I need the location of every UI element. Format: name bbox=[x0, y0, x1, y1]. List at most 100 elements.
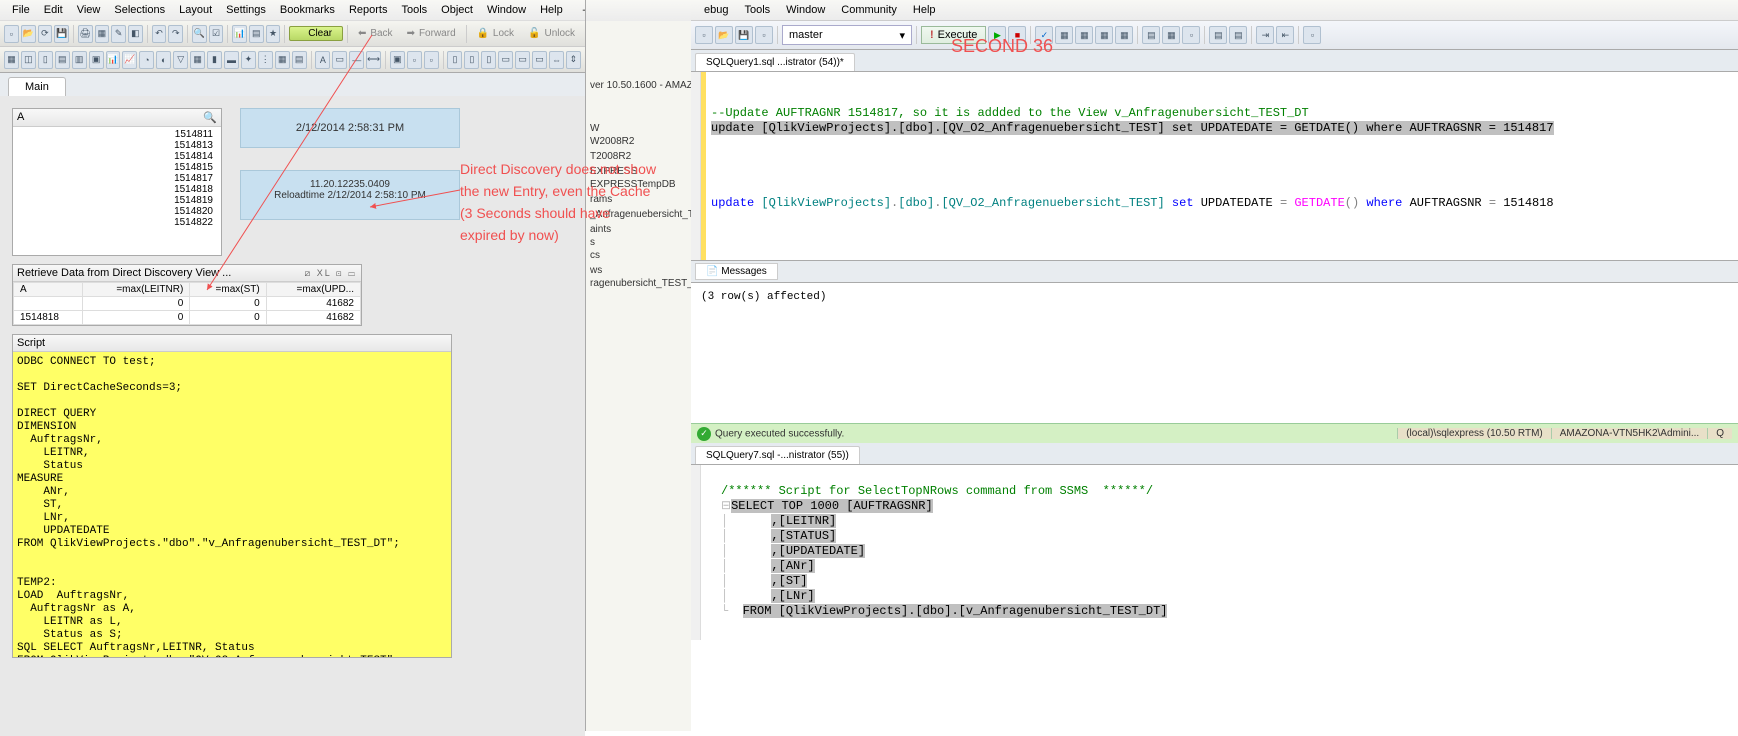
menu-window[interactable]: Window bbox=[779, 3, 832, 17]
chart-funnel-icon[interactable]: ▽ bbox=[173, 51, 188, 69]
sql-editor-1[interactable]: --Update AUFTRAGNR 1514817, so it is add… bbox=[691, 72, 1738, 260]
table-icon[interactable]: ▤ bbox=[249, 25, 264, 43]
open-icon[interactable]: 📂 bbox=[21, 25, 36, 43]
open-file-icon[interactable]: 📂 bbox=[715, 26, 733, 44]
search-icon[interactable]: 🔍 bbox=[203, 111, 217, 124]
template-icon[interactable]: ▫ bbox=[1303, 26, 1321, 44]
custom-1-icon[interactable]: ▫ bbox=[407, 51, 422, 69]
chart-2-icon[interactable]: ▯ bbox=[38, 51, 53, 69]
list-item[interactable]: 1514818 bbox=[19, 184, 215, 195]
col-header[interactable]: A bbox=[14, 283, 83, 297]
results-file-icon[interactable]: ▫ bbox=[1182, 26, 1200, 44]
client-stats-icon[interactable]: ▦ bbox=[1115, 26, 1133, 44]
menu-tools[interactable]: Tools bbox=[737, 3, 777, 17]
uncomment-icon[interactable]: ▤ bbox=[1229, 26, 1247, 44]
tree-item[interactable]: W bbox=[590, 122, 687, 135]
chart-grid-icon[interactable]: ▦ bbox=[190, 51, 205, 69]
reload-icon[interactable]: ⟳ bbox=[38, 25, 53, 43]
custom-2-icon[interactable]: ▫ bbox=[424, 51, 439, 69]
menu-help[interactable]: Help bbox=[534, 3, 569, 17]
tree-item[interactable]: ragenubersicht_TEST_D bbox=[590, 277, 687, 290]
results-grid-icon[interactable]: ▦ bbox=[1162, 26, 1180, 44]
line-object-icon[interactable]: — bbox=[349, 51, 364, 69]
sql-editor-2[interactable]: /****** Script for SelectTopNRows comman… bbox=[691, 465, 1738, 640]
undo-icon[interactable]: ↶ bbox=[152, 25, 167, 43]
pivot-table-icon[interactable]: ▦ bbox=[275, 51, 290, 69]
chart-5-icon[interactable]: ▣ bbox=[89, 51, 104, 69]
tree-item[interactable]: cs bbox=[590, 249, 687, 262]
back-button[interactable]: ⬅ Back bbox=[352, 26, 399, 41]
straight-table[interactable]: Retrieve Data from Direct Discovery View… bbox=[12, 264, 362, 326]
chart-3-icon[interactable]: ▤ bbox=[55, 51, 70, 69]
slider-object-icon[interactable]: ⟷ bbox=[366, 51, 381, 69]
menu-file[interactable]: File bbox=[6, 3, 36, 17]
toggle-icon[interactable]: ◧ bbox=[128, 25, 143, 43]
new-query-icon[interactable]: ▫ bbox=[695, 26, 713, 44]
list-item[interactable]: 1514819 bbox=[19, 195, 215, 206]
menu-debug[interactable]: ebug bbox=[697, 3, 735, 17]
list-item[interactable]: 1514814 bbox=[19, 151, 215, 162]
align-top-icon[interactable]: ▭ bbox=[498, 51, 513, 69]
outdent-icon[interactable]: ⇤ bbox=[1276, 26, 1294, 44]
menu-object[interactable]: Object bbox=[435, 3, 479, 17]
tree-item[interactable]: ws bbox=[590, 264, 687, 277]
chart-4-icon[interactable]: ▥ bbox=[72, 51, 87, 69]
chart-gauge-icon[interactable]: ◐ bbox=[156, 51, 171, 69]
indent-icon[interactable]: ⇥ bbox=[1256, 26, 1274, 44]
list-item[interactable]: 1514813 bbox=[19, 140, 215, 151]
align-right-icon[interactable]: ▯ bbox=[481, 51, 496, 69]
search-icon[interactable]: 🔍 bbox=[192, 25, 207, 43]
menu-layout[interactable]: Layout bbox=[173, 3, 218, 17]
chart-bar-icon[interactable]: 📊 bbox=[106, 51, 121, 69]
list-item[interactable]: 1514815 bbox=[19, 162, 215, 173]
menu-bookmarks[interactable]: Bookmarks bbox=[274, 3, 341, 17]
edit-icon[interactable]: ✎ bbox=[111, 25, 126, 43]
database-combo[interactable]: master▾ bbox=[782, 25, 912, 45]
menu-edit[interactable]: Edit bbox=[38, 3, 69, 17]
chart-wizard-icon[interactable]: 📊 bbox=[232, 25, 247, 43]
estimated-plan-icon[interactable]: ▦ bbox=[1075, 26, 1093, 44]
print-icon[interactable]: 🖨 bbox=[78, 25, 93, 43]
lock-button[interactable]: 🔒 Lock bbox=[470, 26, 520, 41]
list-item[interactable]: 1514822 bbox=[19, 217, 215, 228]
col-header[interactable]: =max(ST) bbox=[190, 283, 266, 297]
list-item[interactable]: 1514820 bbox=[19, 206, 215, 217]
menu-reports[interactable]: Reports bbox=[343, 3, 394, 17]
chart-mekko-icon[interactable]: ▮ bbox=[207, 51, 222, 69]
listbox-a[interactable]: A🔍 1514811 1514813 1514814 1514815 15148… bbox=[12, 108, 222, 256]
bookmark-icon[interactable]: ★ bbox=[266, 25, 281, 43]
save-icon[interactable]: 💾 bbox=[54, 25, 69, 43]
selections-icon[interactable]: ☑ bbox=[209, 25, 224, 43]
plan-icon[interactable]: ▦ bbox=[1055, 26, 1073, 44]
menu-window[interactable]: Window bbox=[481, 3, 532, 17]
table-caption-tools[interactable]: ⧄ XL ⊡ ▭ bbox=[305, 268, 357, 279]
save-all-icon[interactable]: ▫ bbox=[755, 26, 773, 44]
chart-pie-icon[interactable]: ◔ bbox=[139, 51, 154, 69]
chart-1-icon[interactable]: ◫ bbox=[21, 51, 36, 69]
redo-icon[interactable]: ↷ bbox=[168, 25, 183, 43]
menu-view[interactable]: View bbox=[71, 3, 107, 17]
tab-messages[interactable]: 📄 Messages bbox=[695, 263, 778, 280]
menu-settings[interactable]: Settings bbox=[220, 3, 272, 17]
col-header[interactable]: =max(LEITNR) bbox=[83, 283, 190, 297]
comment-icon[interactable]: ▤ bbox=[1209, 26, 1227, 44]
list-item[interactable]: 1514811 bbox=[19, 129, 215, 140]
clear-button[interactable]: Clear bbox=[289, 26, 343, 41]
menu-help[interactable]: Help bbox=[906, 3, 943, 17]
listbox-items[interactable]: 1514811 1514813 1514814 1514815 1514817 … bbox=[13, 127, 221, 230]
menu-tools[interactable]: Tools bbox=[395, 3, 433, 17]
unlock-button[interactable]: 🔓 Unlock bbox=[522, 26, 581, 41]
straight-table-icon[interactable]: ▤ bbox=[292, 51, 307, 69]
text-object-icon[interactable]: A bbox=[315, 51, 330, 69]
chart-scatter-icon[interactable]: ⋮ bbox=[258, 51, 273, 69]
results-text-icon[interactable]: ▤ bbox=[1142, 26, 1160, 44]
pivot-icon[interactable]: ▦ bbox=[95, 25, 110, 43]
tab-main[interactable]: Main bbox=[8, 77, 66, 96]
tab-sqlquery7[interactable]: SQLQuery7.sql -...nistrator (55)) bbox=[695, 446, 860, 464]
align-center-icon[interactable]: ▯ bbox=[464, 51, 479, 69]
chart-radar-icon[interactable]: ✦ bbox=[241, 51, 256, 69]
align-left-icon[interactable]: ▯ bbox=[447, 51, 462, 69]
menu-community[interactable]: Community bbox=[834, 3, 904, 17]
tab-sqlquery1[interactable]: SQLQuery1.sql ...istrator (54))* bbox=[695, 53, 855, 71]
align-bottom-icon[interactable]: ▭ bbox=[532, 51, 547, 69]
